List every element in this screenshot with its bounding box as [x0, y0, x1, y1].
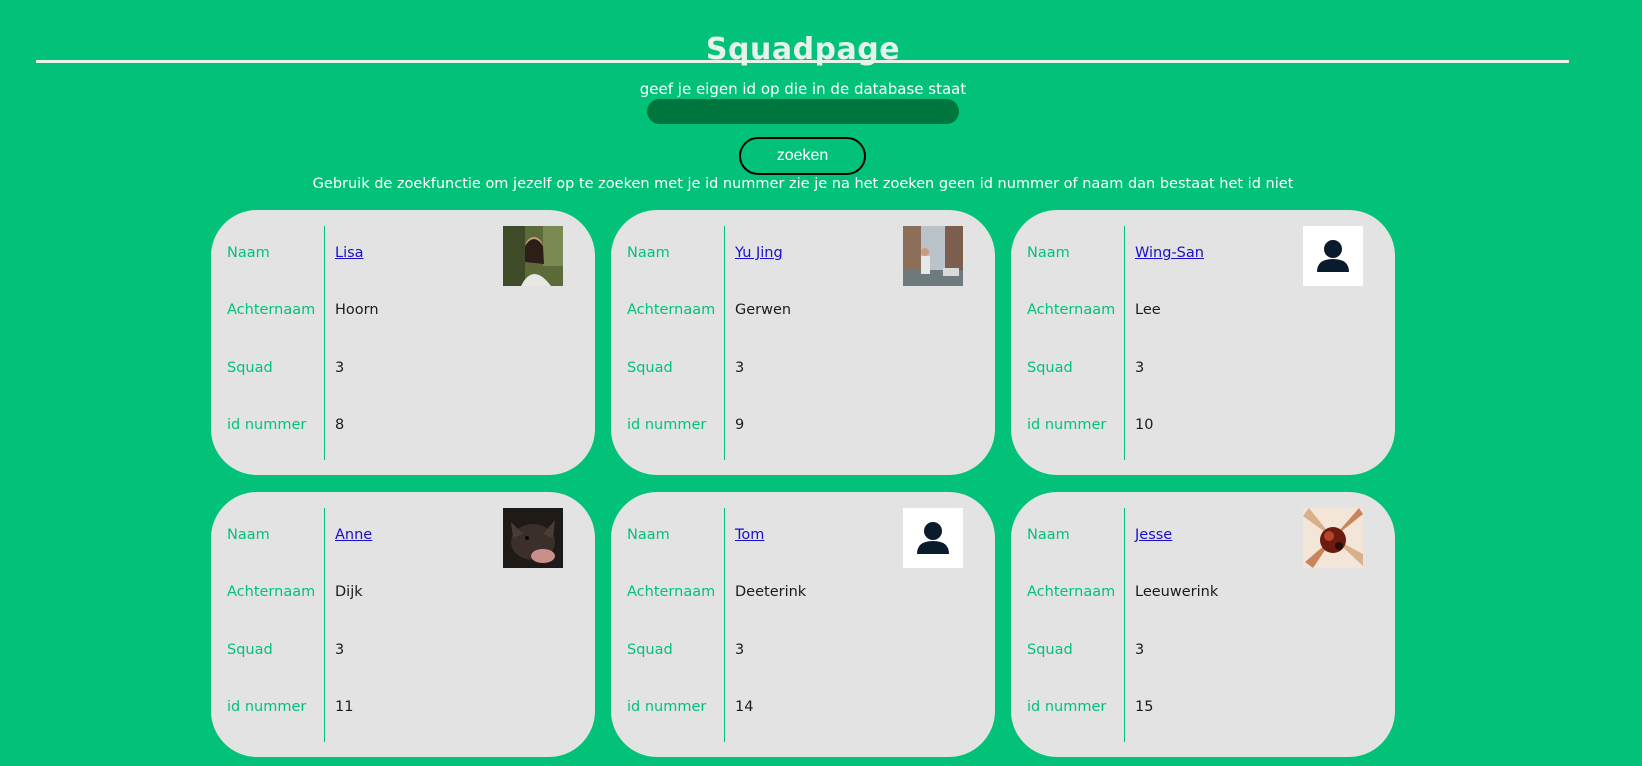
squad-label: Squad: [627, 360, 673, 376]
member-id: 14: [735, 699, 754, 715]
name-label: Naam: [227, 527, 270, 543]
surname-label: Achternaam: [627, 302, 716, 318]
search-button[interactable]: zoeken: [739, 137, 866, 175]
name-label: Naam: [627, 527, 670, 543]
member-card: Naam Anne Achternaam Dijk Squad 3 id num…: [211, 492, 595, 757]
member-card: Naam Tom Achternaam Deeterink Squad 3 id…: [611, 492, 995, 757]
name-label: Naam: [227, 245, 270, 261]
member-id: 10: [1135, 417, 1154, 433]
card-divider: [1124, 508, 1125, 742]
squad-label: Squad: [627, 642, 673, 658]
member-name-link[interactable]: Anne: [335, 527, 372, 543]
name-label: Naam: [1027, 527, 1070, 543]
title-divider: [36, 60, 1569, 63]
squad-label: Squad: [1027, 642, 1073, 658]
member-card: Naam Wing-San Achternaam Lee Squad 3 id …: [1011, 210, 1395, 475]
id-label: id nummer: [627, 699, 707, 715]
member-squad: 3: [335, 642, 345, 658]
member-surname: Gerwen: [735, 302, 792, 318]
surname-label: Achternaam: [227, 302, 316, 318]
member-id: 8: [335, 417, 345, 433]
card-divider: [324, 226, 325, 460]
id-label: id nummer: [1027, 699, 1107, 715]
squad-label: Squad: [227, 360, 273, 376]
member-squad: 3: [735, 642, 745, 658]
card-divider: [724, 226, 725, 460]
avatar-photo: [903, 226, 963, 286]
member-surname: Leeuwerink: [1135, 584, 1219, 600]
search-label: geef je eigen id op die in de database s…: [639, 80, 967, 98]
member-name-link[interactable]: Tom: [735, 527, 764, 543]
member-name-link[interactable]: Jesse: [1135, 527, 1172, 543]
surname-label: Achternaam: [627, 584, 716, 600]
avatar-photo: [503, 508, 563, 568]
member-squad: 3: [1135, 360, 1145, 376]
id-label: id nummer: [227, 699, 307, 715]
member-surname: Lee: [1135, 302, 1161, 318]
member-card: Naam Yu Jing Achternaam Gerwen Squad 3 i…: [611, 210, 995, 475]
card-divider: [324, 508, 325, 742]
id-label: id nummer: [1027, 417, 1107, 433]
squad-label: Squad: [1027, 360, 1073, 376]
member-id: 15: [1135, 699, 1154, 715]
card-divider: [1124, 226, 1125, 460]
id-label: id nummer: [627, 417, 707, 433]
avatar-photo: [1303, 508, 1363, 568]
avatar-photo: [503, 226, 563, 286]
surname-label: Achternaam: [227, 584, 316, 600]
default-user-icon: [903, 508, 963, 568]
member-card-grid: Naam Lisa Achternaam Hoorn Squad 3 id nu…: [211, 210, 1395, 757]
member-card: Naam Lisa Achternaam Hoorn Squad 3 id nu…: [211, 210, 595, 475]
squad-label: Squad: [227, 642, 273, 658]
member-squad: 3: [735, 360, 745, 376]
member-surname: Deeterink: [735, 584, 807, 600]
member-squad: 3: [1135, 642, 1145, 658]
member-surname: Dijk: [335, 584, 363, 600]
member-name-link[interactable]: Lisa: [335, 245, 364, 261]
card-divider: [724, 508, 725, 742]
name-label: Naam: [627, 245, 670, 261]
member-card: Naam Jesse Achternaam Leeuwerink Squad 3…: [1011, 492, 1395, 757]
member-name-link[interactable]: Yu Jing: [735, 245, 783, 261]
member-name-link[interactable]: Wing-San: [1135, 245, 1204, 261]
search-input[interactable]: [647, 99, 959, 124]
name-label: Naam: [1027, 245, 1070, 261]
surname-label: Achternaam: [1027, 302, 1116, 318]
id-label: id nummer: [227, 417, 307, 433]
surname-label: Achternaam: [1027, 584, 1116, 600]
member-id: 11: [335, 699, 354, 715]
member-id: 9: [735, 417, 745, 433]
member-surname: Hoorn: [335, 302, 379, 318]
member-squad: 3: [335, 360, 345, 376]
default-user-icon: [1303, 226, 1363, 286]
search-hint: Gebruik de zoekfunctie om jezelf op te z…: [312, 176, 1294, 192]
